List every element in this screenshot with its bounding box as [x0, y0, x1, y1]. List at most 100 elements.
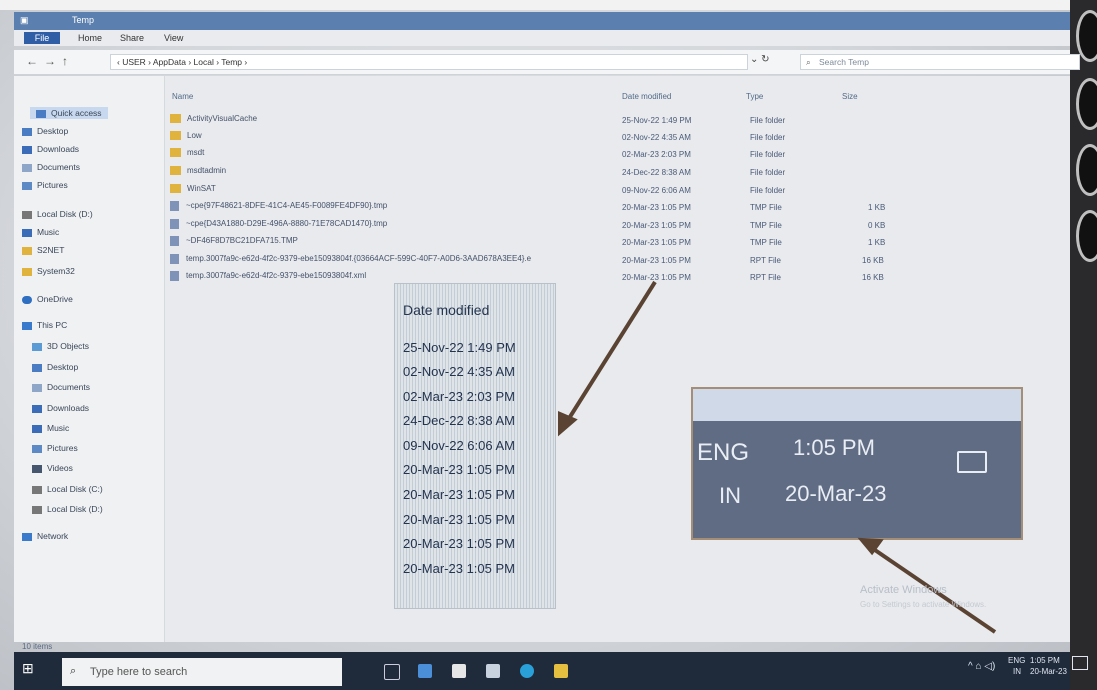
- zoom-date-value: 09-Nov-22 6:06 AM: [403, 438, 516, 453]
- table-row[interactable]: ~cpe{97F48621-8DFE-41C4-AE45-F0089FE4DF9…: [170, 201, 387, 215]
- nav-pictures[interactable]: Pictures: [22, 180, 68, 190]
- music-icon: [22, 228, 32, 237]
- table-row[interactable]: msdtadmin: [170, 166, 226, 180]
- zoom-date-value: 02-Mar-23 2:03 PM: [403, 389, 515, 404]
- date-cell: 02-Nov-22 4:35 AM: [622, 133, 691, 142]
- table-row[interactable]: temp.3007fa9c-e62d-4f2c-9379-ebe15093804…: [170, 254, 531, 268]
- column-size[interactable]: Size: [842, 92, 858, 101]
- nav-music[interactable]: Music: [22, 227, 59, 237]
- type-cell: TMP File: [750, 221, 782, 230]
- table-row[interactable]: temp.3007fa9c-e62d-4f2c-9379-ebe15093804…: [170, 271, 366, 285]
- tray-lang[interactable]: ENG: [1008, 656, 1025, 665]
- desktop-icon: [32, 363, 42, 372]
- tray-region[interactable]: IN: [1013, 667, 1021, 676]
- nav-pc-videos[interactable]: Videos: [32, 463, 73, 473]
- zoom-clock-lang: ENG: [697, 439, 750, 466]
- drive-icon: [32, 505, 42, 514]
- column-date[interactable]: Date modified: [622, 92, 671, 101]
- size-cell: 1 KB: [868, 203, 886, 212]
- tab-home[interactable]: Home: [78, 33, 102, 43]
- type-cell: RPT File: [750, 256, 781, 265]
- file-explorer-icon[interactable]: [554, 664, 568, 678]
- music-icon: [32, 424, 42, 433]
- taskbar-search-input[interactable]: ⌕ Type here to search: [62, 658, 342, 686]
- download-icon: [32, 404, 42, 413]
- nav-this-pc[interactable]: This PC: [22, 320, 67, 330]
- mail-icon[interactable]: [486, 664, 500, 678]
- nav-pc-local-disk-d[interactable]: Local Disk (D:): [32, 504, 103, 514]
- folder-icon: [170, 166, 181, 176]
- tray-time[interactable]: 1:05 PM: [1030, 656, 1060, 665]
- table-row[interactable]: ~DF46F8D7BC21DFA715.TMP: [170, 236, 298, 250]
- nav-pc-downloads[interactable]: Downloads: [32, 403, 89, 413]
- tray-icons[interactable]: ^ ⌂ ◁): [968, 661, 995, 672]
- nav-quick-access[interactable]: Quick access: [30, 107, 108, 119]
- pictures-icon: [32, 444, 42, 453]
- zoom-date-value: 20-Mar-23 1:05 PM: [403, 536, 515, 551]
- drive-icon: [32, 485, 42, 494]
- task-view-icon[interactable]: [384, 664, 400, 680]
- search-placeholder: Search Temp: [819, 57, 869, 67]
- tab-share[interactable]: Share: [120, 33, 144, 43]
- nav-s2net[interactable]: S2NET: [22, 245, 64, 255]
- date-cell: 20-Mar-23 1:05 PM: [622, 273, 691, 282]
- size-cell: 1 KB: [868, 238, 886, 247]
- type-cell: TMP File: [750, 238, 782, 247]
- date-cell: 02-Mar-23 2:03 PM: [622, 150, 691, 159]
- table-row[interactable]: Low: [170, 131, 202, 145]
- column-type[interactable]: Type: [746, 92, 763, 101]
- nav-desktop[interactable]: Desktop: [22, 126, 68, 136]
- store-icon[interactable]: [452, 664, 466, 678]
- table-row[interactable]: ~cpe{D43A1880-D29E-496A-8880-71E78CAD147…: [170, 219, 387, 233]
- notification-icon[interactable]: [1072, 656, 1088, 670]
- zoom-inset-clock: ENG IN 1:05 PM 20-Mar-23: [691, 387, 1023, 540]
- edge-icon[interactable]: [520, 664, 534, 678]
- date-cell: 20-Mar-23 1:05 PM: [622, 256, 691, 265]
- nav-pc-desktop[interactable]: Desktop: [32, 362, 78, 372]
- nav-local-disk-d[interactable]: Local Disk (D:): [22, 209, 93, 219]
- nav-arrows[interactable]: ←→↑: [26, 54, 74, 68]
- file-icon: [170, 254, 179, 264]
- tab-view[interactable]: View: [164, 33, 183, 43]
- nav-network[interactable]: Network: [22, 531, 68, 541]
- nav-system32[interactable]: System32: [22, 266, 75, 276]
- windows-start-icon[interactable]: ⊞: [22, 660, 34, 677]
- tray-date[interactable]: 20-Mar-23: [1030, 667, 1067, 676]
- address-input[interactable]: ‹ USER › AppData › Local › Temp ›: [110, 54, 748, 70]
- zoom-clock-top-strip: [693, 389, 1021, 421]
- nav-pc-pictures[interactable]: Pictures: [32, 443, 78, 453]
- nav-pc-music[interactable]: Music: [32, 423, 69, 433]
- zoom-date-value: 24-Dec-22 8:38 AM: [403, 413, 516, 428]
- table-row[interactable]: WinSAT: [170, 184, 216, 198]
- nav-3d-objects[interactable]: 3D Objects: [32, 341, 89, 351]
- column-name[interactable]: Name: [172, 92, 193, 101]
- nav-downloads[interactable]: Downloads: [22, 144, 79, 154]
- zoom-date-value: 02-Nov-22 4:35 AM: [403, 364, 516, 379]
- nav-local-disk-c[interactable]: Local Disk (C:): [32, 484, 103, 494]
- nav-documents[interactable]: Documents: [22, 162, 80, 172]
- tablet-icon[interactable]: [418, 664, 432, 678]
- type-cell: File folder: [750, 186, 786, 195]
- type-cell: File folder: [750, 168, 786, 177]
- navigation-pane: [14, 76, 165, 642]
- file-list: [165, 76, 1070, 642]
- zoom-clock-region: IN: [719, 483, 741, 508]
- refresh-icon[interactable]: ⌄ ↻: [750, 54, 770, 65]
- folder-icon: [170, 114, 181, 124]
- nav-pc-documents[interactable]: Documents: [32, 382, 90, 392]
- tab-file[interactable]: File: [24, 32, 60, 44]
- type-cell: File folder: [750, 133, 786, 142]
- table-row[interactable]: msdt: [170, 148, 204, 162]
- date-cell: 20-Mar-23 1:05 PM: [622, 238, 691, 247]
- zoom-clock-date: 20-Mar-23: [785, 481, 887, 506]
- type-cell: TMP File: [750, 203, 782, 212]
- cube-icon: [32, 342, 42, 351]
- zoom-clock-time: 1:05 PM: [793, 435, 875, 460]
- search-input[interactable]: ⌕ Search Temp: [800, 54, 1080, 70]
- file-icon: [170, 271, 179, 281]
- nav-onedrive[interactable]: OneDrive: [22, 294, 73, 304]
- zoom-date-value: 20-Mar-23 1:05 PM: [403, 512, 515, 527]
- file-icon: [170, 236, 179, 246]
- cloud-icon: [22, 295, 32, 304]
- table-row[interactable]: ActivityVisualCache: [170, 114, 257, 128]
